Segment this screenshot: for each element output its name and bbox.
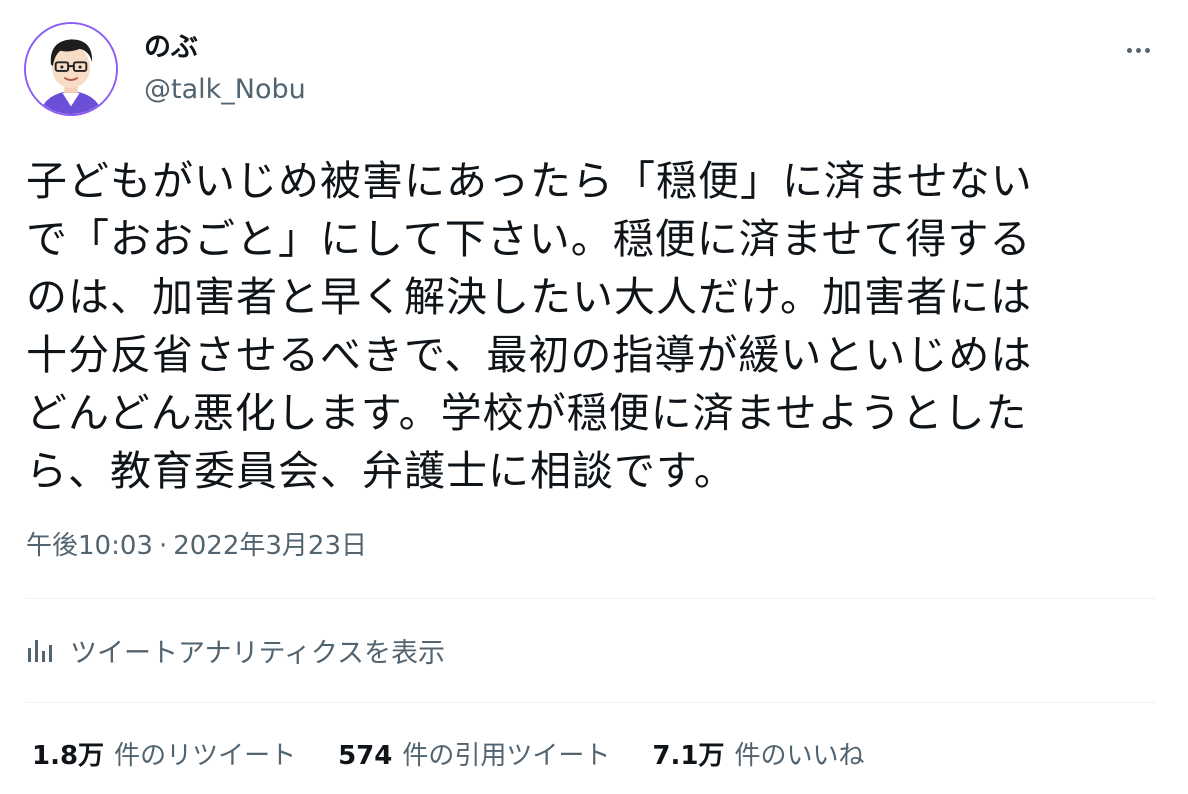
quote-tweets-count: 574 <box>338 741 393 771</box>
avatar[interactable] <box>24 22 118 116</box>
tweet-date: 2022年3月23日 <box>173 531 367 561</box>
more-options-icon[interactable] <box>1118 38 1158 62</box>
timestamp-separator: · <box>158 531 168 561</box>
retweets-label: 件のリツイート <box>114 741 297 771</box>
tweet-timestamp[interactable]: 午後10:03 · 2022年3月23日 <box>26 528 367 564</box>
retweets-count: 1.8万 <box>32 741 105 771</box>
tweet-time: 午後10:03 <box>26 531 153 561</box>
analytics-label: ツイートアナリティクスを表示 <box>70 637 446 669</box>
avatar-illustration-icon <box>26 24 116 114</box>
tweet-card: のぶ @talk_Nobu 子どもがいじめ被害にあったら「穏便」に済ませない で… <box>0 0 1188 794</box>
quote-tweets-label: 件の引用ツイート <box>402 741 611 771</box>
likes-stat[interactable]: 7.1万 件のいいね <box>652 738 864 774</box>
tweet-text: 子どもがいじめ被害にあったら「穏便」に済ませない で「おおごと」にして下さい。穏… <box>26 157 1033 495</box>
view-analytics-link[interactable]: ツイートアナリティクスを表示 <box>26 632 446 669</box>
divider-top <box>26 598 1156 599</box>
display-name[interactable]: のぶ <box>144 30 198 66</box>
likes-label: 件のいいね <box>734 741 865 771</box>
user-handle[interactable]: @talk_Nobu <box>144 72 306 108</box>
retweets-stat[interactable]: 1.8万 件のリツイート <box>32 738 296 774</box>
quote-tweets-stat[interactable]: 574 件の引用ツイート <box>338 738 610 774</box>
likes-count: 7.1万 <box>652 741 725 771</box>
analytics-bar-chart-icon <box>28 640 52 662</box>
divider-bottom <box>26 702 1156 703</box>
engagement-stats: 1.8万 件のリツイート 574 件の引用ツイート 7.1万 件のいいね <box>32 738 906 774</box>
